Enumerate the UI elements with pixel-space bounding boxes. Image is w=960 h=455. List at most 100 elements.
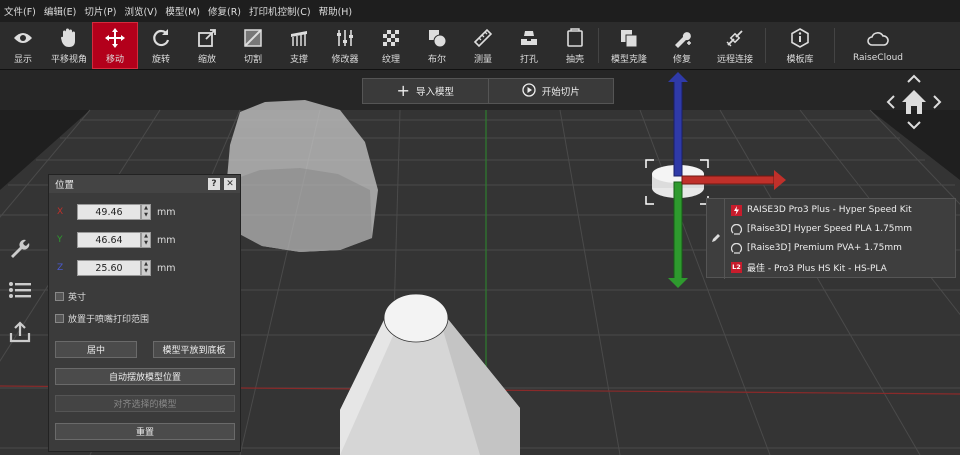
nozzle-range-checkbox[interactable]: 放置于喷嘴打印范围 — [55, 312, 149, 325]
object-list-tab[interactable] — [0, 270, 40, 312]
menu-repair[interactable]: 修复(R) — [208, 4, 241, 18]
import-model-button[interactable]: + 导入模型 — [363, 79, 488, 103]
cut-icon — [242, 27, 264, 49]
scale-icon — [196, 27, 218, 49]
ruler-icon — [472, 27, 494, 49]
reset-button[interactable]: 重置 — [55, 423, 235, 440]
view-down-icon[interactable] — [907, 121, 921, 130]
tool-clone-button[interactable]: 模型克隆 — [599, 22, 659, 69]
tool-remote-button[interactable]: 远程连接 — [705, 22, 765, 69]
upload-icon — [8, 320, 32, 347]
y-position-stepper[interactable]: ▲ ▼ — [141, 232, 151, 248]
tool-pan-button[interactable]: 平移视角 — [46, 22, 92, 69]
tool-template-button[interactable]: 模板库 — [766, 22, 834, 69]
filament-profile-2[interactable]: [Raise3D] Premium PVA+ 1.75mm — [731, 239, 902, 257]
help-button[interactable]: ? — [208, 178, 220, 190]
plus-icon: + — [396, 81, 410, 100]
view-up-icon[interactable] — [907, 74, 921, 83]
lay-flat-button[interactable]: 模型平放到底板 — [153, 341, 235, 358]
tool-raisecloud-button[interactable]: RaiseCloud — [835, 22, 921, 69]
tool-repair-button[interactable]: 修复 — [659, 22, 705, 69]
tool-modifier-button[interactable]: 修改器 — [322, 22, 368, 69]
main-toolbar: 显示 平移视角 移动 旋转 缩放 切割 支撑 修改器 纹理 布尔 测量 打孔 抽… — [0, 22, 960, 70]
x-position-stepper[interactable]: ▲ ▼ — [141, 204, 151, 220]
x-position-input[interactable]: 49.46 — [77, 204, 141, 220]
y-unit: mm — [157, 234, 176, 246]
list-icon — [8, 280, 32, 303]
chevron-up-icon: ▲ — [144, 261, 148, 267]
close-button[interactable]: ✕ — [224, 178, 236, 190]
cloud-icon — [867, 28, 889, 50]
tool-shell-button[interactable]: 抽壳 — [552, 22, 598, 69]
hand-icon — [58, 27, 80, 49]
play-circle-icon — [522, 82, 536, 100]
align-selected-button[interactable]: 对齐选择的模型 — [55, 395, 235, 412]
move-icon — [104, 27, 126, 49]
print-profile-summary: RAISE3D Pro3 Plus - Hyper Speed Kit [Rai… — [706, 198, 956, 279]
menu-file[interactable]: 文件(F) — [4, 4, 36, 18]
y-axis-label: Y — [57, 235, 63, 245]
auto-arrange-button[interactable]: 自动摆放模型位置 — [55, 368, 235, 385]
tool-move-button[interactable]: 移动 — [92, 22, 138, 69]
texture-icon — [380, 27, 402, 49]
center-button[interactable]: 居中 — [55, 341, 137, 358]
view-left-icon[interactable] — [886, 95, 895, 109]
z-position-input[interactable]: 25.60 — [77, 260, 141, 276]
tool-cut-button[interactable]: 切割 — [230, 22, 276, 69]
modifier-icon — [334, 27, 356, 49]
start-slicing-button[interactable]: 开始切片 — [487, 79, 614, 103]
eye-icon — [12, 27, 34, 49]
remote-icon — [724, 27, 746, 49]
filament-profile-1[interactable]: [Raise3D] Hyper Speed PLA 1.75mm — [731, 220, 912, 238]
wrench-icon — [8, 236, 32, 263]
x-unit: mm — [157, 206, 176, 218]
export-tab[interactable] — [0, 312, 40, 354]
tool-support-button[interactable]: 支撑 — [276, 22, 322, 69]
filament-icon — [731, 223, 742, 235]
position-panel: 位置 ? ✕ X 49.46 ▲ ▼ mm Y 46.64 ▲ ▼ mm Z 25.… — [48, 174, 241, 452]
y-position-input[interactable]: 46.64 — [77, 232, 141, 248]
l2-icon: L2 — [731, 261, 742, 273]
import-slice-bar: + 导入模型 开始切片 — [362, 78, 614, 104]
settings-tab[interactable] — [0, 228, 40, 270]
menu-slice[interactable]: 切片(P) — [84, 4, 116, 18]
support-icon — [288, 27, 310, 49]
view-right-icon[interactable] — [933, 95, 942, 109]
menu-edit[interactable]: 编辑(E) — [44, 4, 76, 18]
tool-rotate-button[interactable]: 旋转 — [138, 22, 184, 69]
filament-icon — [731, 242, 742, 254]
tool-display-button[interactable]: 显示 — [0, 22, 46, 69]
tool-scale-button[interactable]: 缩放 — [184, 22, 230, 69]
menu-model[interactable]: 模型(M) — [165, 4, 200, 18]
inch-checkbox[interactable]: 英寸 — [55, 290, 86, 303]
menu-printer-control[interactable]: 打印机控制(C) — [249, 4, 311, 18]
menu-help[interactable]: 帮助(H) — [319, 4, 353, 18]
edit-profile-button[interactable] — [707, 199, 725, 279]
panel-title: 位置 — [55, 180, 75, 191]
clone-icon — [618, 27, 640, 49]
y-position-row: Y 46.64 ▲ ▼ mm — [55, 232, 176, 248]
position-panel-header: 位置 ? ✕ — [49, 175, 240, 193]
x-axis-label: X — [57, 207, 64, 217]
slicing-profile[interactable]: L2 最佳 - Pro3 Plus HS Kit - HS-PLA — [731, 258, 887, 276]
3d-viewport[interactable]: + 导入模型 开始切片 位置 ? ✕ X 49.46 ▲ ▼ mm Y 46.6… — [0, 70, 960, 455]
rotate-icon — [150, 27, 172, 49]
chevron-down-icon: ▼ — [144, 212, 148, 218]
menu-view[interactable]: 浏览(V) — [124, 4, 157, 18]
printer-icon — [731, 204, 742, 216]
chevron-up-icon: ▲ — [144, 205, 148, 211]
z-position-stepper[interactable]: ▲ ▼ — [141, 260, 151, 276]
pencil-icon — [711, 233, 721, 246]
tool-texture-button[interactable]: 纹理 — [368, 22, 414, 69]
home-view-icon[interactable] — [902, 90, 926, 114]
tool-measure-button[interactable]: 测量 — [460, 22, 506, 69]
z-position-row: Z 25.60 ▲ ▼ mm — [55, 260, 176, 276]
template-icon — [789, 27, 811, 49]
repair-icon — [671, 27, 693, 49]
z-unit: mm — [157, 262, 176, 274]
tool-boolean-button[interactable]: 布尔 — [414, 22, 460, 69]
chevron-down-icon: ▼ — [144, 268, 148, 274]
left-side-panel — [0, 228, 40, 354]
tool-punch-button[interactable]: 打孔 — [506, 22, 552, 69]
printer-profile[interactable]: RAISE3D Pro3 Plus - Hyper Speed Kit — [731, 201, 912, 219]
